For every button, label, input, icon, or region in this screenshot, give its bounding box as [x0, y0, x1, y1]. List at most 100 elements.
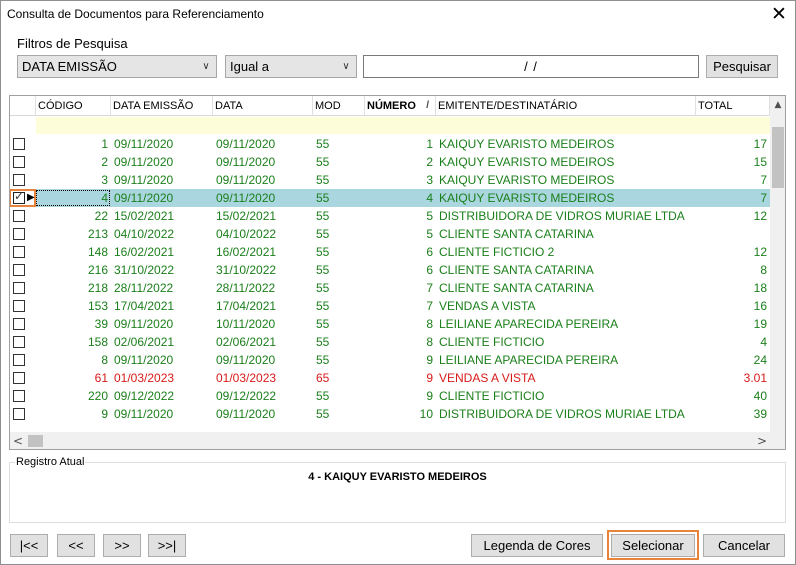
cell-emitente: CLIENTE SANTA CATARINA	[439, 263, 594, 277]
title-bar: Consulta de Documentos para Referenciame…	[1, 1, 795, 27]
cell-mod: 55	[316, 317, 330, 331]
scroll-left-icon[interactable]: <	[10, 432, 26, 449]
cell-codigo: 218	[87, 281, 108, 295]
cell-data-emissao: 04/10/2022	[114, 227, 175, 241]
header-emitente[interactable]: EMITENTE/DESTINATÁRIO	[436, 96, 696, 116]
table-row[interactable]: ▶ 4 09/11/2020 09/11/2020 55 4 KAIQUY EVARISTO…	[10, 189, 770, 207]
row-checkbox[interactable]	[13, 264, 25, 276]
chevron-down-icon: ∨	[202, 61, 210, 72]
cell-data-emissao: 15/02/2021	[114, 209, 175, 223]
row-checkbox[interactable]	[13, 228, 25, 240]
table-row[interactable]: 2 09/11/2020 09/11/2020 55 2 KAIQUY EVARISTO …	[10, 153, 770, 171]
cell-data: 09/11/2020	[216, 353, 276, 367]
row-checkbox[interactable]	[13, 246, 25, 258]
cell-total: 40	[753, 389, 767, 403]
row-checkbox[interactable]	[13, 174, 25, 186]
row-checkbox[interactable]	[13, 318, 25, 330]
cell-mod: 55	[316, 137, 330, 151]
select-button[interactable]: Selecionar	[611, 534, 695, 557]
color-legend-button[interactable]: Legenda de Cores	[471, 534, 603, 557]
row-checkbox[interactable]	[13, 372, 25, 384]
table-row[interactable]: 158 02/06/2021 02/06/2021 55 8 CLIENTE FICTIC…	[10, 333, 770, 351]
header-numero[interactable]: NÚMERO /	[365, 96, 436, 116]
cell-numero: 9	[426, 371, 433, 385]
prev-record-button[interactable]: <<	[57, 534, 95, 557]
table-row[interactable]: 148 16/02/2021 16/02/2021 55 6 CLIENTE FICTIC…	[10, 243, 770, 261]
table-row[interactable]: 220 09/12/2022 09/12/2022 55 9 CLIENTE FICTIC…	[10, 387, 770, 405]
table-row[interactable]: 1 09/11/2020 09/11/2020 55 1 KAIQUY EVARISTO …	[10, 135, 770, 153]
table-row[interactable]: 9 09/11/2020 09/11/2020 55 10 DISTRIBUIDORA D…	[10, 405, 770, 423]
cell-data-emissao: 09/11/2020	[114, 191, 174, 205]
cell-total: 19	[753, 317, 767, 331]
row-checkbox[interactable]	[13, 210, 25, 222]
table-row[interactable]: 22 15/02/2021 15/02/2021 55 5 DISTRIBUIDORA D…	[10, 207, 770, 225]
horizontal-scrollbar[interactable]: < >	[10, 432, 785, 449]
cell-total: 7	[760, 173, 767, 187]
cell-numero: 5	[426, 209, 433, 223]
row-checkbox[interactable]	[13, 282, 25, 294]
search-button[interactable]: Pesquisar	[706, 55, 778, 78]
table-row[interactable]: 39 09/11/2020 10/11/2020 55 8 LEILIANE APAREC…	[10, 315, 770, 333]
row-checkbox[interactable]	[13, 156, 25, 168]
scroll-right-icon[interactable]: >	[754, 432, 770, 449]
current-record-label: Registro Atual	[15, 456, 86, 468]
row-checkbox[interactable]	[13, 390, 25, 402]
table-row[interactable]: 213 04/10/2022 04/10/2022 55 5 CLIENTE SANTA …	[10, 225, 770, 243]
cell-data-emissao: 09/11/2020	[114, 353, 174, 367]
horizontal-scroll-thumb[interactable]	[28, 435, 43, 447]
table-row[interactable]: 153 17/04/2021 17/04/2021 55 7 VENDAS A VISTA…	[10, 297, 770, 315]
cell-codigo: 220	[87, 389, 108, 403]
date-value-input[interactable]: / /	[363, 55, 699, 78]
header-data[interactable]: DATA	[213, 96, 313, 116]
header-mod[interactable]: MOD	[313, 96, 365, 116]
cancel-button[interactable]: Cancelar	[703, 534, 785, 557]
header-total[interactable]: TOTAL	[696, 96, 770, 116]
table-row[interactable]: 218 28/11/2022 28/11/2022 55 7 CLIENTE SANTA …	[10, 279, 770, 297]
header-codigo[interactable]: CÓDIGO	[36, 96, 111, 116]
header-data-emissao[interactable]: DATA EMISSÃO	[111, 96, 213, 116]
row-checkbox[interactable]	[13, 336, 25, 348]
first-record-button[interactable]: |<<	[10, 534, 48, 557]
vertical-scrollbar[interactable]: ▲	[770, 96, 785, 432]
cell-data-emissao: 09/11/2020	[114, 155, 174, 169]
row-checkbox[interactable]	[13, 300, 25, 312]
row-checkbox[interactable]	[13, 408, 25, 420]
cell-total: 12	[753, 245, 767, 259]
field-select-value: DATA EMISSÃO	[22, 59, 117, 74]
row-checkbox[interactable]	[13, 138, 25, 150]
operator-select[interactable]: Igual a ∨	[225, 55, 357, 78]
cell-numero: 6	[426, 245, 433, 259]
cell-total: 24	[753, 353, 767, 367]
cell-data-emissao: 09/12/2022	[114, 389, 175, 403]
table-row[interactable]: 216 31/10/2022 31/10/2022 55 6 CLIENTE SANTA …	[10, 261, 770, 279]
cell-data: 01/03/2023	[216, 371, 277, 385]
next-record-button[interactable]: >>	[103, 534, 141, 557]
close-icon[interactable]: ✕	[763, 1, 795, 27]
cell-numero: 7	[426, 299, 433, 313]
cell-emitente: LEILIANE APARECIDA PEREIRA	[439, 317, 619, 331]
cell-emitente: CLIENTE FICTICIO	[439, 335, 545, 349]
cell-emitente: CLIENTE SANTA CATARINA	[439, 281, 594, 295]
cell-total: 39	[753, 407, 767, 421]
cell-emitente: DISTRIBUIDORA DE VIDROS MURIAE LTDA	[439, 407, 685, 421]
row-pointer-icon: ▶	[27, 192, 35, 203]
chevron-down-icon: ∨	[342, 61, 350, 72]
cell-data: 04/10/2022	[216, 227, 277, 241]
table-row[interactable]: 3 09/11/2020 09/11/2020 55 3 KAIQUY EVARISTO …	[10, 171, 770, 189]
cell-numero: 1	[426, 137, 433, 151]
scroll-up-icon[interactable]: ▲	[770, 96, 785, 114]
field-select[interactable]: DATA EMISSÃO ∨	[17, 55, 217, 78]
table-row[interactable]: 61 01/03/2023 01/03/2023 65 9 VENDAS A VISTA 3…	[10, 369, 770, 387]
vertical-scroll-thumb[interactable]	[772, 127, 784, 188]
cell-numero: 5	[426, 227, 433, 241]
scroll-corner	[770, 432, 785, 449]
cell-emitente: LEILIANE APARECIDA PEREIRA	[439, 353, 619, 367]
cell-data-emissao: 09/11/2020	[114, 173, 174, 187]
cell-numero: 9	[426, 389, 433, 403]
last-record-button[interactable]: >>|	[148, 534, 186, 557]
cell-numero: 7	[426, 281, 433, 295]
row-checkbox[interactable]	[13, 354, 25, 366]
table-row[interactable]: 8 09/11/2020 09/11/2020 55 9 LEILIANE APARECI…	[10, 351, 770, 369]
cell-codigo: 22	[94, 209, 108, 223]
grid-filter-row[interactable]	[36, 117, 770, 134]
